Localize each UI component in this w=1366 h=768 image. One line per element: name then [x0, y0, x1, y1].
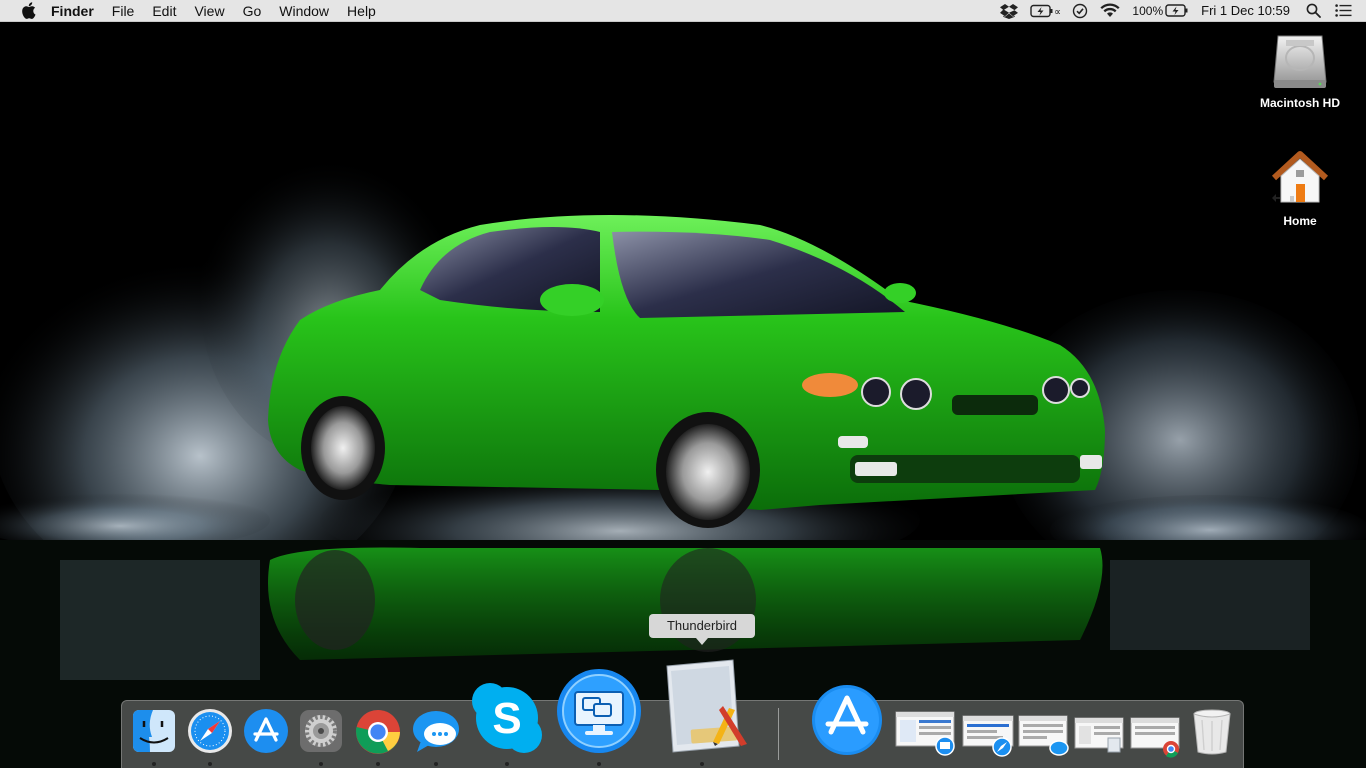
menu-help[interactable]: Help: [338, 0, 385, 22]
minimized-window-icon: [1130, 717, 1180, 758]
desktop-wallpaper: [0, 0, 1366, 768]
menu-window[interactable]: Window: [270, 0, 338, 22]
dock-separator: [778, 708, 779, 760]
dock-item-screen-sharing[interactable]: [556, 668, 642, 754]
menu-edit[interactable]: Edit: [143, 0, 185, 22]
finder-icon: [133, 710, 175, 752]
apple-menu-icon[interactable]: [19, 2, 37, 20]
dock-minimized-window-1[interactable]: [895, 710, 957, 756]
system-preferences-icon: [300, 710, 342, 752]
desktop-item-label: Macintosh HD: [1259, 96, 1340, 110]
clock[interactable]: Fri 1 Dec 10:59: [1195, 0, 1296, 22]
app-store-icon: [244, 709, 288, 753]
thunderbird-installer-icon: [666, 659, 747, 753]
menu-bar: Finder File Edit View Go Window Help ∞ 1…: [0, 0, 1366, 22]
menu-app-name[interactable]: Finder: [51, 0, 103, 22]
dock-item-trash[interactable]: [1190, 708, 1234, 756]
screen-sharing-icon: [557, 669, 641, 753]
dock-tooltip: Thunderbird: [649, 614, 755, 645]
running-indicator: [597, 762, 601, 766]
dock-item-safari[interactable]: [187, 708, 233, 754]
dock-item-app-store[interactable]: [243, 708, 289, 754]
running-indicator: [505, 762, 509, 766]
app-store-icon: [812, 685, 882, 755]
chrome-icon: [356, 710, 400, 754]
desktop-item-home[interactable]: Home: [1250, 148, 1350, 228]
desktop-item-label: Home: [1283, 214, 1317, 228]
battery-icon[interactable]: [1165, 0, 1195, 22]
svg-text:S: S: [492, 694, 521, 743]
svg-text:∞: ∞: [1054, 7, 1060, 18]
running-indicator: [376, 762, 380, 766]
checkmark-shield-icon[interactable]: [1066, 0, 1094, 22]
battery-percentage[interactable]: 100%: [1126, 0, 1165, 22]
minimized-window-icon: [1018, 715, 1069, 756]
notification-center-icon[interactable]: [1331, 0, 1366, 22]
desktop-item-macintosh-hd[interactable]: Macintosh HD: [1250, 30, 1350, 110]
running-indicator: [208, 762, 212, 766]
dock-item-finder[interactable]: [132, 709, 176, 753]
hard-drive-icon: [1268, 30, 1332, 94]
home-folder-icon: [1268, 148, 1332, 212]
dock-item-thunderbird[interactable]: [661, 658, 751, 756]
dropbox-icon[interactable]: [994, 0, 1024, 22]
dock-minimized-window-3[interactable]: [1018, 712, 1070, 758]
dock-item-chrome[interactable]: [354, 708, 402, 756]
wifi-icon[interactable]: [1094, 0, 1126, 22]
menu-file[interactable]: File: [103, 0, 144, 22]
menu-view[interactable]: View: [185, 0, 233, 22]
skype-icon: S: [472, 683, 542, 753]
dock-item-messages[interactable]: [411, 708, 461, 754]
safari-icon: [188, 709, 232, 753]
running-indicator: [700, 762, 704, 766]
running-indicator: [152, 762, 156, 766]
menu-go[interactable]: Go: [234, 0, 271, 22]
spotlight-search-icon[interactable]: [1296, 0, 1331, 22]
running-indicator: [434, 762, 438, 766]
running-indicator: [319, 762, 323, 766]
dock-minimized-window-5[interactable]: [1130, 714, 1182, 758]
dock-minimized-window-2[interactable]: [962, 712, 1016, 758]
trash-icon: [1193, 709, 1231, 755]
dock-item-app-store-download[interactable]: [811, 684, 883, 756]
minimized-window-icon: [1074, 717, 1124, 753]
messages-icon: [413, 711, 459, 752]
minimized-window-icon: [895, 711, 955, 756]
dock-minimized-window-4[interactable]: [1074, 714, 1126, 758]
minimized-window-icon: [962, 715, 1014, 757]
dock-item-skype[interactable]: S: [470, 681, 544, 755]
battery-charging-icon[interactable]: ∞: [1024, 0, 1066, 22]
dock-item-system-preferences[interactable]: [298, 708, 344, 754]
